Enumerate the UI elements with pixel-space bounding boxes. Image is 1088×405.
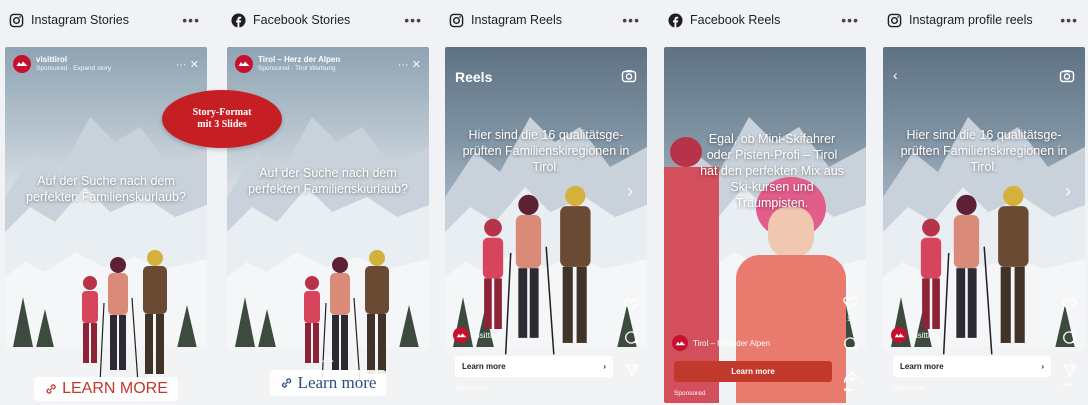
sponsored-label: Sponsored [455,385,486,392]
column-title: Instagram Stories [31,13,129,27]
story-headline: Auf der Suche nach dem perfekten Familie… [26,174,186,204]
profile-name: Tirol – Herz der Alpen [258,55,341,64]
column-header: Facebook Reels ••• [659,0,869,40]
column-facebook-stories: Facebook Stories ••• Tirol – Herz der Al… [222,0,432,405]
skiers-image [60,243,180,393]
learn-more-label: Learn more [900,362,944,371]
comment-icon[interactable] [1062,330,1077,350]
column-title: Facebook Stories [253,13,351,27]
brand-avatar [891,327,907,343]
brand-avatar [453,327,469,343]
sponsored-text: Sponsored [455,385,487,392]
more-options-button[interactable]: ••• [616,12,646,28]
badge-line-2: mit 3 Slides [197,119,247,130]
send-icon[interactable] [624,363,639,383]
link-icon [44,382,58,396]
reel-actions: 10 [843,295,858,389]
reels-title: Reels [455,69,493,85]
learn-more-button[interactable]: Learn more [674,361,832,382]
column-header: Instagram profile reels ••• [878,0,1088,40]
reel-preview-card[interactable]: Egal, ob Mini-Skifahrer oder Pisten-Prof… [664,47,866,403]
brand-avatar [672,335,688,351]
chevron-right-icon: › [603,362,606,371]
column-header: Facebook Stories ••• [222,0,432,40]
column-instagram-stories: Instagram Stories ••• visittirol Sponsor… [0,0,210,405]
more-options-button[interactable]: ••• [843,385,854,396]
back-icon[interactable]: ‹ [893,67,898,83]
column-title: Instagram profile reels [909,13,1033,27]
camera-icon[interactable] [1059,68,1075,89]
learn-more-label: Learn more [297,373,377,392]
column-instagram-reels: Instagram Reels ••• Reels Hier sind die … [440,0,650,405]
profile-name: visittirol [36,55,68,64]
instagram-icon [8,12,24,28]
learn-more-label: LEARN MORE [62,380,168,397]
column-header: Instagram Reels ••• [440,0,650,40]
reel-preview-card[interactable]: Reels Hier sind die 16 qualitätsge-prüft… [445,47,647,403]
story-header: Tirol – Herz der Alpen Sponsored · Tirol… [235,55,421,73]
heart-icon[interactable] [1062,297,1077,317]
instagram-icon [886,12,902,28]
reel-profile: Tirol – Herz der Alpen [672,335,770,351]
learn-more-button[interactable]: Learn more › [893,356,1051,377]
chevron-right-icon[interactable]: › [1065,181,1071,202]
profile-subtitle: Sponsored · Expand story [36,65,112,72]
learn-more-button[interactable]: Learn more › [455,356,613,377]
badge-line-1: Story-Format [192,107,252,118]
learn-more-label: Learn more [731,367,775,376]
camera-icon[interactable] [621,68,637,89]
column-facebook-reels: Facebook Reels ••• Egal, ob Mini-Skifahr… [659,0,869,405]
reel-actions [624,297,639,383]
profile-subtitle: Sponsored · Tirol Werbung [258,65,336,72]
more-options-button[interactable]: ••• [835,12,865,28]
heart-icon[interactable] [624,297,639,317]
reel-preview-card[interactable]: ‹ Hier sind die 16 qualitätsge-prüften F… [883,47,1085,403]
column-header: Instagram Stories ••• [0,0,210,40]
facebook-icon [230,12,246,28]
comment-icon[interactable] [843,336,858,356]
learn-more-button[interactable]: LEARN MORE [34,377,178,401]
more-options-button[interactable]: ••• [176,12,206,28]
brand-avatar [13,55,31,73]
more-options-button[interactable]: ••• [1062,380,1073,391]
profile-name: visittirol [474,330,501,340]
reel-headline: Egal, ob Mini-Skifahrer oder Pisten-Prof… [700,132,844,210]
like-icon[interactable] [843,295,858,315]
reel-headline: Hier sind die 16 qualitätsge-prüften Fam… [462,128,630,174]
learn-more-label: Learn more [462,362,506,371]
sponsored-text: Sponsored [674,390,706,397]
chevron-right-icon[interactable]: › [627,181,633,202]
comment-icon[interactable] [624,330,639,350]
reel-headline: Hier sind die 16 qualitätsge-prüften Fam… [900,128,1068,174]
reel-actions [1062,297,1077,383]
sponsored-label: Sponsored [893,385,924,392]
link-icon [280,376,294,390]
like-count: 10 [847,317,854,323]
story-headline: Auf der Suche nach dem perfekten Familie… [248,166,408,196]
facebook-icon [667,12,683,28]
column-instagram-profile-reels: Instagram profile reels ••• ‹ Hier sind … [878,0,1088,405]
story-controls[interactable]: ··· ✕ [176,58,199,71]
reel-profile: visittirol [453,327,501,343]
story-controls[interactable]: ··· ✕ [398,58,421,71]
brand-avatar [235,55,253,73]
instagram-icon [448,12,464,28]
more-options-button[interactable]: ••• [1054,12,1084,28]
learn-more-button[interactable]: Learn more [269,370,387,396]
reel-profile: visittirol [891,327,939,343]
column-title: Instagram Reels [471,13,563,27]
column-title: Facebook Reels [690,13,781,27]
sponsored-label: Sponsored [674,390,705,397]
more-options-button[interactable]: ••• [398,12,428,28]
profile-name: visittirol [912,330,939,340]
story-header: visittirol Sponsored · Expand story ··· … [13,55,199,73]
chevron-up-icon: ︿ [321,350,335,364]
sponsored-text: Sponsored [893,385,925,392]
chevron-right-icon: › [1041,362,1044,371]
profile-name: Tirol – Herz der Alpen [693,338,771,348]
story-format-badge: Story-Format mit 3 Slides [162,90,282,148]
